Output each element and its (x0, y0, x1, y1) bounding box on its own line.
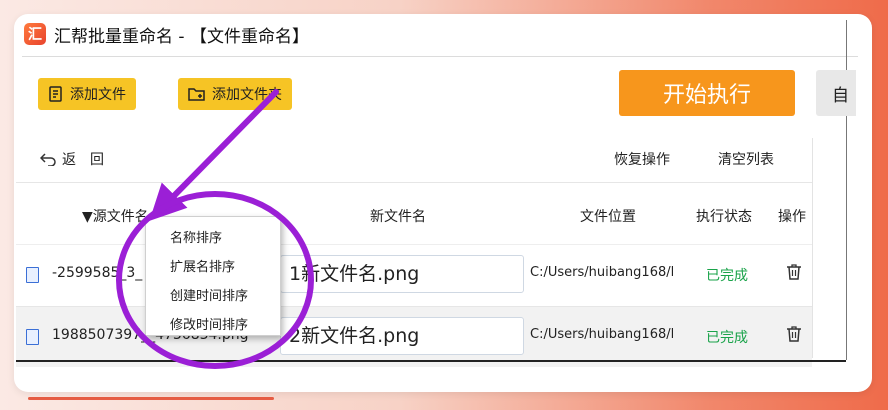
add-file-label: 添加文件 (70, 87, 126, 103)
column-status: 执行状态 (696, 209, 752, 225)
bottom-accent-strip (28, 397, 274, 400)
undo-button[interactable]: 恢复操作 (614, 148, 670, 170)
add-file-button[interactable]: 添加文件 (38, 78, 136, 110)
menu-item-sort-by-extension[interactable]: 扩展名排序 (170, 256, 235, 275)
add-folder-icon (188, 88, 205, 101)
trash-icon[interactable] (786, 263, 802, 281)
column-source-name[interactable]: ▼源文件名 (82, 206, 149, 226)
table-header-divider (16, 182, 812, 183)
add-folder-label: 添加文件夹 (212, 87, 282, 103)
add-file-icon (49, 86, 62, 102)
file-location: C:/Users/huibang168/l (530, 265, 675, 280)
source-file-name: -2599585_3_ (52, 265, 143, 281)
window-title: 汇帮批量重命名 - 【文件重命名】 (54, 26, 309, 47)
title-divider (22, 56, 858, 57)
app-logo-icon: 汇 (24, 23, 46, 45)
clear-list-label: 清空列表 (718, 152, 774, 168)
trash-icon[interactable] (786, 325, 802, 343)
back-button[interactable]: 返回 (40, 148, 118, 170)
table-row[interactable]: 1988507397__4736834.png 2新文件名.png C:/Use… (16, 306, 812, 367)
side-panel-divider (812, 138, 813, 358)
table-bottom-border (16, 360, 846, 362)
back-arrow-icon (40, 153, 56, 166)
partial-button-label: 自 (832, 85, 849, 106)
file-location: C:/Users/huibang168/l (530, 327, 675, 342)
column-new-name: 新文件名 (370, 209, 426, 225)
menu-item-sort-by-modified[interactable]: 修改时间排序 (170, 314, 248, 333)
column-location: 文件位置 (580, 209, 636, 225)
sort-context-menu: 名称排序 扩展名排序 创建时间排序 修改时间排序 (145, 216, 281, 336)
add-folder-button[interactable]: 添加文件夹 (178, 78, 292, 110)
undo-label: 恢复操作 (614, 152, 670, 168)
source-file-name-head: 1988507397_ (52, 327, 149, 343)
image-file-icon (26, 329, 39, 345)
column-operation: 操作 (778, 209, 806, 225)
back-label: 返回 (62, 152, 118, 168)
clear-list-button[interactable]: 清空列表 (718, 148, 774, 170)
partial-button[interactable]: 自 (816, 70, 856, 116)
menu-item-sort-by-name[interactable]: 名称排序 (170, 227, 222, 246)
new-name-field[interactable]: 2新文件名.png (280, 317, 524, 355)
status-badge: 已完成 (706, 268, 748, 284)
image-file-icon (26, 267, 39, 283)
table-row[interactable]: -2599585_3_ 1新文件名.png C:/Users/huibang16… (16, 244, 812, 305)
status-badge: 已完成 (706, 330, 748, 346)
title-bar: 汇 汇帮批量重命名 - 【文件重命名】 (24, 22, 309, 47)
new-name-field[interactable]: 1新文件名.png (280, 255, 524, 293)
start-button[interactable]: 开始执行 (619, 70, 795, 116)
menu-item-sort-by-created[interactable]: 创建时间排序 (170, 285, 248, 304)
